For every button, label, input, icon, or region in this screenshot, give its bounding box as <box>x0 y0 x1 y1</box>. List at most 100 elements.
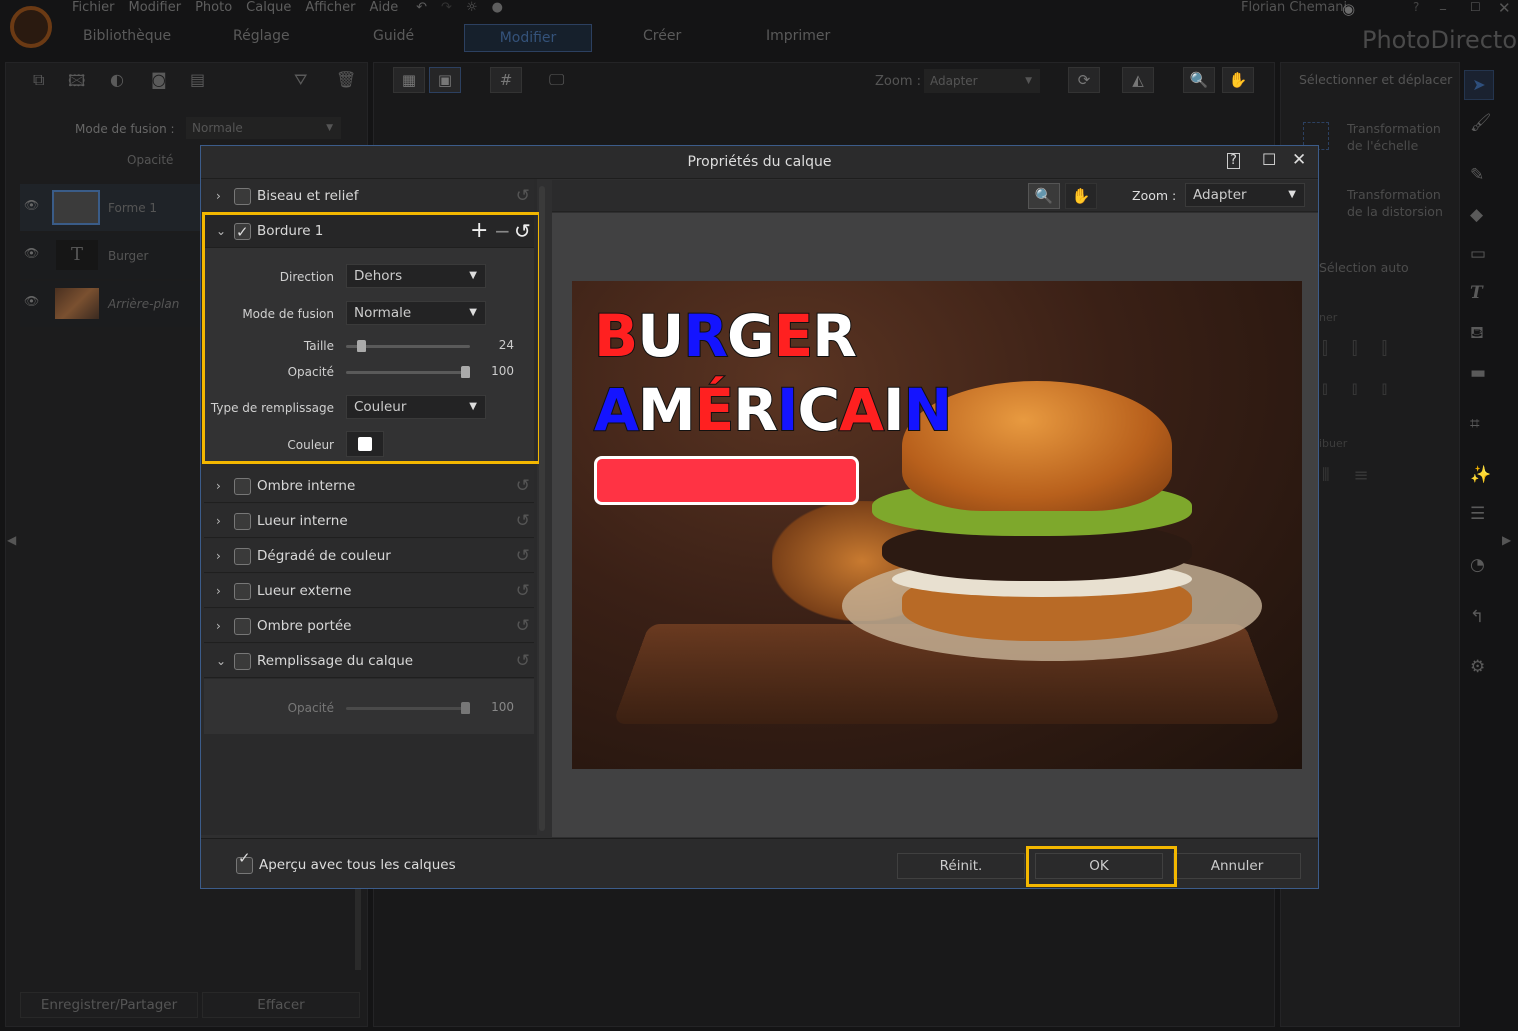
chevron-right-icon[interactable]: › <box>216 609 221 643</box>
preview-all-label[interactable]: Aperçu avec tous les calques <box>259 857 456 873</box>
chevron-right-icon[interactable]: › <box>216 469 221 503</box>
layer-menu-icon[interactable]: ▤ <box>190 70 205 89</box>
effect-color-gradient[interactable]: › Dégradé de couleur ↺ <box>204 539 534 573</box>
distort-transform-option[interactable]: Transformation de la distorsion <box>1347 186 1443 220</box>
mask-circle-icon[interactable]: ◔ <box>1470 555 1485 575</box>
magic-wand-icon[interactable]: ✨ <box>1470 465 1491 485</box>
preview-image[interactable]: BURGER AMÉRICAIN <box>572 281 1302 769</box>
effect-inner-shadow[interactable]: › Ombre interne ↺ <box>204 469 534 503</box>
eye-icon[interactable]: 👁 <box>24 198 39 212</box>
effect-inner-glow[interactable]: › Lueur interne ↺ <box>204 504 534 538</box>
redo-icon[interactable]: ↷ <box>441 0 452 15</box>
close-icon[interactable]: ✕ <box>1292 150 1306 170</box>
reset-icon[interactable]: ↺ <box>516 469 530 503</box>
user-name[interactable]: Florian Chemani <box>1241 0 1347 15</box>
zoom-select[interactable]: Adapter ▼ <box>924 69 1040 93</box>
inner-glow-checkbox[interactable] <box>234 513 251 530</box>
flip-icon[interactable]: ◭ <box>1122 67 1154 93</box>
reset-button[interactable]: Réinit. <box>897 853 1025 879</box>
rotate-icon[interactable]: ⟳ <box>1068 67 1100 93</box>
reset-icon[interactable]: ↺ <box>516 609 530 643</box>
zoom-tool-icon[interactable]: 🔍 <box>1183 67 1215 93</box>
menu-modifier[interactable]: Modifier <box>129 0 182 15</box>
fill-bucket-icon[interactable]: ⛾ <box>1470 323 1484 345</box>
adjust-icon[interactable]: ◐ <box>110 70 124 89</box>
gradient-checkbox[interactable] <box>234 548 251 565</box>
gear-icon[interactable]: ⚙ <box>1470 657 1485 677</box>
fill-opacity-slider-thumb[interactable] <box>461 702 470 714</box>
eraser-icon[interactable]: ◆ <box>1470 205 1483 225</box>
maximize-icon[interactable]: ☐ <box>1262 150 1276 169</box>
maximize-icon[interactable]: ☐ <box>1470 0 1481 14</box>
mask-icon[interactable]: ◙ <box>151 70 167 89</box>
align-icons[interactable]: ⫿⫿⫿ <box>1322 338 1411 359</box>
eye-icon[interactable]: 👁 <box>24 294 39 308</box>
zoom-tool-icon[interactable]: 🔍 <box>1028 183 1060 209</box>
cancel-button[interactable]: Annuler <box>1173 853 1301 879</box>
tab-guide[interactable]: Guidé <box>373 28 414 44</box>
effect-outer-glow[interactable]: › Lueur externe ↺ <box>204 574 534 608</box>
menu-photo[interactable]: Photo <box>195 0 232 15</box>
app-logo[interactable] <box>10 6 52 48</box>
layers-scrollbar[interactable] <box>355 880 361 970</box>
menu-calque[interactable]: Calque <box>246 0 291 15</box>
settings-icon[interactable]: ☼ <box>466 0 478 15</box>
chevron-down-icon[interactable]: ⌄ <box>216 644 226 678</box>
drop-shadow-checkbox[interactable] <box>234 618 251 635</box>
crop-icon[interactable]: ⌗ <box>1470 414 1480 434</box>
erase-button[interactable]: Effacer <box>202 992 360 1018</box>
single-view-icon[interactable]: ▣ <box>429 67 461 93</box>
chevron-right-icon[interactable]: › <box>216 504 221 538</box>
menu-fichier[interactable]: Fichier <box>72 0 115 15</box>
add-image-icon[interactable]: 🖾 <box>68 70 85 97</box>
effect-layer-fill[interactable]: ⌄ Remplissage du calque ↺ <box>204 644 534 678</box>
rectangle-icon[interactable]: ▭ <box>1470 244 1486 264</box>
display-icon[interactable]: 🖵 <box>549 70 564 90</box>
history-icon[interactable]: ↰ <box>1470 607 1484 627</box>
preview-all-checkbox[interactable] <box>236 849 253 874</box>
notification-icon[interactable]: ● <box>492 0 503 15</box>
effects-scrollbar[interactable] <box>539 186 545 831</box>
chevron-right-icon[interactable]: › <box>216 179 221 213</box>
bevel-checkbox[interactable] <box>234 188 251 205</box>
distribute-icons[interactable]: ⫴≡ <box>1322 465 1393 486</box>
auto-select-option[interactable]: Sélection auto <box>1319 260 1409 275</box>
help-icon[interactable]: ? <box>1227 153 1240 169</box>
save-share-button[interactable]: Enregistrer/Partager <box>20 992 198 1018</box>
multi-view-icon[interactable]: ▦ <box>393 67 425 93</box>
undo-icon[interactable]: ↶ <box>416 0 427 15</box>
effect-bevel[interactable]: › Biseau et relief ↺ <box>204 179 534 213</box>
select-tool-icon[interactable]: ➤ <box>1464 70 1494 100</box>
menu-aide[interactable]: Aide <box>370 0 399 15</box>
brush-icon[interactable]: 🖌 <box>1470 113 1492 133</box>
layer-fill-checkbox[interactable] <box>234 653 251 670</box>
trash-icon[interactable]: 🗑 <box>336 70 356 89</box>
tab-bibliotheque[interactable]: Bibliothèque <box>83 28 171 44</box>
chevron-right-icon[interactable]: › <box>216 539 221 573</box>
outer-glow-checkbox[interactable] <box>234 583 251 600</box>
eye-icon[interactable]: 👁 <box>24 246 39 260</box>
fill-opacity-slider[interactable] <box>346 702 470 714</box>
reset-icon[interactable]: ↺ <box>516 504 530 538</box>
new-layer-icon[interactable]: ⧉ <box>33 70 44 90</box>
inner-shadow-checkbox[interactable] <box>234 478 251 495</box>
hand-tool-icon[interactable]: ✋ <box>1222 67 1254 93</box>
preview-zoom-select[interactable]: Adapter ▼ <box>1185 183 1305 207</box>
collapse-right-icon[interactable]: ▶ <box>1502 533 1511 547</box>
collapse-left-icon[interactable]: ◀ <box>7 533 16 547</box>
tab-imprimer[interactable]: Imprimer <box>766 28 830 44</box>
chevron-right-icon[interactable]: › <box>216 574 221 608</box>
red-shape[interactable] <box>594 456 859 505</box>
blend-mode-select[interactable]: Normale ▼ <box>186 117 341 139</box>
filter-icon[interactable]: ⛛ <box>294 70 307 90</box>
reset-icon[interactable]: ↺ <box>516 539 530 573</box>
minimize-icon[interactable]: _ <box>1440 0 1446 10</box>
effect-drop-shadow[interactable]: › Ombre portée ↺ <box>204 609 534 643</box>
tab-reglage[interactable]: Réglage <box>233 28 290 44</box>
grid-icon[interactable]: # <box>490 67 522 93</box>
reset-icon[interactable]: ↺ <box>516 644 530 678</box>
tab-modifier[interactable]: Modifier <box>464 24 592 52</box>
close-app-icon[interactable]: ✕ <box>1498 0 1511 17</box>
reset-icon[interactable]: ↺ <box>516 574 530 608</box>
pencil-icon[interactable]: ✎ <box>1470 165 1484 185</box>
